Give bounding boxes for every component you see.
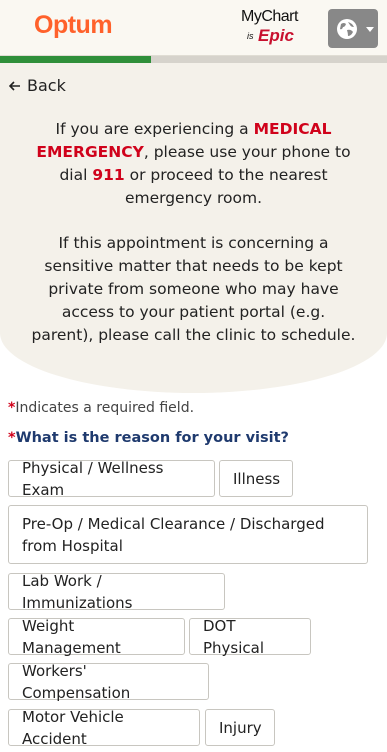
arrow-left-icon [8, 76, 21, 95]
back-link[interactable]: Back [8, 76, 66, 95]
mychart-logo-epic: Epic [258, 26, 294, 45]
emergency-number: 911 [92, 166, 125, 184]
reason-option-pre-op[interactable]: Pre-Op / Medical Clearance / Discharged … [8, 505, 368, 564]
reason-option-injury[interactable]: Injury [205, 709, 275, 746]
reason-option-dot-physical[interactable]: DOT Physical [189, 617, 311, 657]
reason-option-motor-vehicle-accident[interactable]: Motor Vehicle Accident [8, 708, 200, 748]
emergency-text-1: If you are experiencing a [55, 120, 254, 138]
emergency-text-3: or proceed to the nearest emergency room… [124, 166, 328, 207]
globe-icon [337, 19, 357, 39]
reason-option-illness[interactable]: Illness [219, 460, 293, 497]
progress-bar [0, 56, 387, 63]
language-button[interactable] [328, 9, 378, 48]
visit-reason-label: What is the reason for your visit? [15, 430, 289, 446]
back-link-label: Back [27, 76, 66, 95]
required-field-note: *Indicates a required field. [8, 400, 194, 416]
reason-option-weight-management[interactable]: Weight Management [8, 617, 185, 657]
mychart-logo: MyChart is Epic [241, 8, 311, 48]
mychart-logo-text: MyChart [241, 8, 298, 25]
mychart-logo-is: is [247, 31, 254, 41]
required-star: * [8, 430, 16, 446]
required-note-text: Indicates a required field. [15, 400, 195, 416]
reason-option-lab-work[interactable]: Lab Work / Immunizations [8, 572, 225, 612]
app-header: Optum MyChart is Epic [0, 0, 387, 56]
reason-option-workers-compensation[interactable]: Workers' Compensation [8, 662, 209, 702]
progress-fill [0, 56, 151, 63]
optum-logo[interactable]: Optum [34, 11, 113, 40]
chevron-down-icon [366, 27, 374, 32]
sensitive-matter-paragraph: If this appointment is concerning a sens… [31, 234, 356, 344]
emergency-paragraph: If you are experiencing a MEDICAL EMERGE… [30, 118, 357, 210]
emergency-notice: Back If you are experiencing a MEDICAL E… [0, 63, 387, 393]
reason-option-physical-wellness-exam[interactable]: Physical / Wellness Exam [8, 459, 215, 499]
visit-reason-question: *What is the reason for your visit? [8, 430, 289, 446]
